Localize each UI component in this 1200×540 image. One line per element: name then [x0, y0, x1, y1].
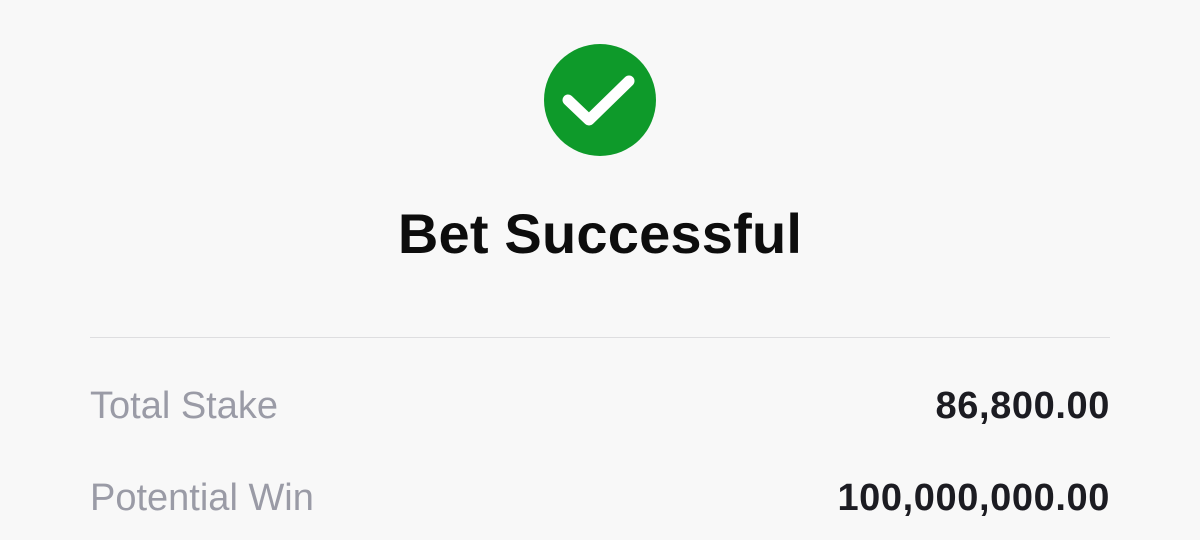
total-stake-label: Total Stake	[90, 384, 278, 427]
potential-win-label: Potential Win	[90, 476, 314, 519]
checkmark-circle-icon	[544, 44, 656, 156]
total-stake-value: 86,800.00	[935, 384, 1110, 427]
summary-row-potential-win: Potential Win 100,000,000.00	[90, 468, 1110, 528]
potential-win-value: 100,000,000.00	[837, 476, 1110, 519]
summary-row-total-stake: Total Stake 86,800.00	[90, 376, 1110, 436]
divider	[90, 337, 1110, 338]
page-title: Bet Successful	[397, 202, 803, 265]
